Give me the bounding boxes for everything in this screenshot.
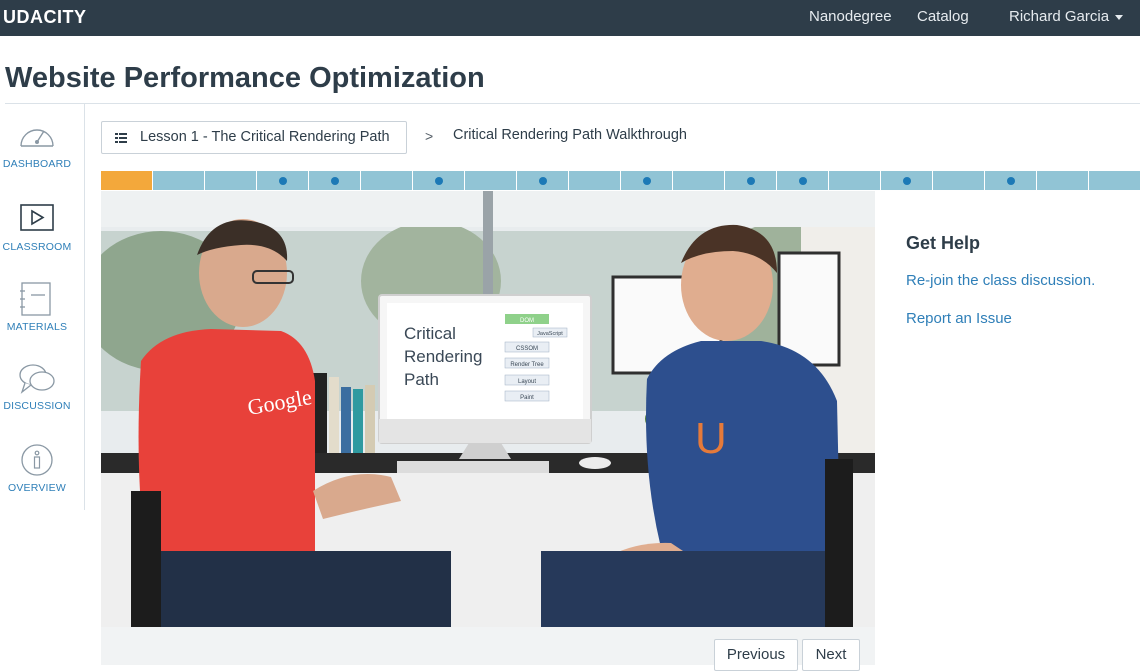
lesson-selector-label: Lesson 1 - The Critical Rendering Path (140, 129, 390, 145)
progress-segment[interactable] (361, 171, 413, 190)
quiz-dot-icon (278, 176, 287, 185)
progress-segment[interactable] (621, 171, 673, 190)
slide-title-line-2: Rendering (404, 347, 482, 366)
title-divider (5, 103, 1140, 104)
lesson-selector-button[interactable]: Lesson 1 - The Critical Rendering Path (101, 121, 407, 154)
progress-segment[interactable] (569, 171, 621, 190)
info-icon (21, 444, 53, 476)
video-frame: Critical Rendering Path DOM JavaScript C… (101, 191, 875, 627)
progress-segment[interactable] (153, 171, 205, 190)
play-icon (20, 204, 54, 231)
sidebar-item-classroom[interactable]: CLASSROOM (0, 203, 74, 273)
list-icon (115, 133, 127, 143)
chat-bubbles-icon (19, 364, 55, 394)
slide-node-javascript: JavaScript (537, 331, 563, 337)
sidebar-item-dashboard[interactable]: DASHBOARD (0, 120, 74, 190)
next-button[interactable]: Next (802, 639, 860, 671)
slide-title-line-1: Critical (404, 324, 456, 343)
page-title: Website Performance Optimization (5, 62, 485, 94)
progress-segment[interactable] (777, 171, 829, 190)
breadcrumb-current-concept: Critical Rendering Path Walkthrough (453, 127, 687, 143)
sidebar-item-materials[interactable]: MATERIALS (0, 281, 74, 351)
sidebar-item-label: MATERIALS (6, 321, 68, 333)
progress-segment[interactable] (465, 171, 517, 190)
previous-button[interactable]: Previous (714, 639, 798, 671)
shirt-logo-letter: U (695, 414, 727, 463)
quiz-dot-icon (798, 176, 807, 185)
brand-logo[interactable]: UDACITY (3, 7, 87, 28)
progress-segment[interactable] (413, 171, 465, 190)
video-player[interactable]: Critical Rendering Path DOM JavaScript C… (101, 191, 875, 627)
sidebar: DASHBOARD CLASSROOM MATERIALS DISCUSSION (0, 104, 85, 510)
sidebar-item-label: DASHBOARD (2, 158, 72, 170)
slide-node-dom: DOM (520, 318, 534, 324)
quiz-dot-icon (1006, 176, 1015, 185)
quiz-dot-icon (902, 176, 911, 185)
report-issue-link[interactable]: Report an Issue (906, 310, 1012, 327)
progress-segment[interactable] (881, 171, 933, 190)
nav-link-nanodegree[interactable]: Nanodegree (809, 8, 892, 25)
progress-segment[interactable] (205, 171, 257, 190)
progress-segment[interactable] (933, 171, 985, 190)
progress-segment[interactable] (829, 171, 881, 190)
quiz-dot-icon (642, 176, 651, 185)
slide-node-paint: Paint (520, 395, 534, 401)
quiz-dot-icon (330, 176, 339, 185)
lesson-progress-bar (101, 171, 1140, 190)
slide-node-render-tree: Render Tree (510, 362, 544, 368)
sidebar-item-overview[interactable]: OVERVIEW (0, 443, 74, 513)
quiz-dot-icon (538, 176, 547, 185)
progress-segment[interactable] (517, 171, 569, 190)
sidebar-item-label: CLASSROOM (2, 241, 72, 253)
quiz-dot-icon (746, 176, 755, 185)
progress-segment[interactable] (309, 171, 361, 190)
slide-node-layout: Layout (518, 379, 536, 385)
progress-segment[interactable] (985, 171, 1037, 190)
sidebar-item-label: DISCUSSION (3, 400, 71, 412)
progress-segment[interactable] (1089, 171, 1140, 190)
notes-icon (20, 282, 51, 316)
nav-link-catalog[interactable]: Catalog (917, 8, 969, 25)
progress-segment[interactable] (1037, 171, 1089, 190)
rejoin-discussion-link[interactable]: Re-join the class discussion. (906, 272, 1095, 289)
sidebar-item-discussion[interactable]: DISCUSSION (0, 362, 74, 432)
sidebar-item-label: OVERVIEW (7, 482, 66, 494)
progress-segment[interactable] (725, 171, 777, 190)
get-help-heading: Get Help (906, 233, 981, 253)
quiz-dot-icon (434, 176, 443, 185)
progress-segment[interactable] (257, 171, 309, 190)
user-menu[interactable]: Richard Garcia (1009, 8, 1124, 25)
progress-segment[interactable] (101, 171, 153, 190)
caret-down-icon (1115, 14, 1124, 20)
breadcrumb-separator: > (425, 128, 434, 144)
top-nav-bar: UDACITY Nanodegree Catalog Richard Garci… (0, 0, 1140, 36)
user-name: Richard Garcia (1009, 8, 1110, 25)
progress-segment[interactable] (673, 171, 725, 190)
dashboard-gauge-icon (20, 129, 54, 147)
slide-title-line-3: Path (404, 370, 439, 389)
slide-node-cssom: CSSOM (516, 346, 538, 352)
